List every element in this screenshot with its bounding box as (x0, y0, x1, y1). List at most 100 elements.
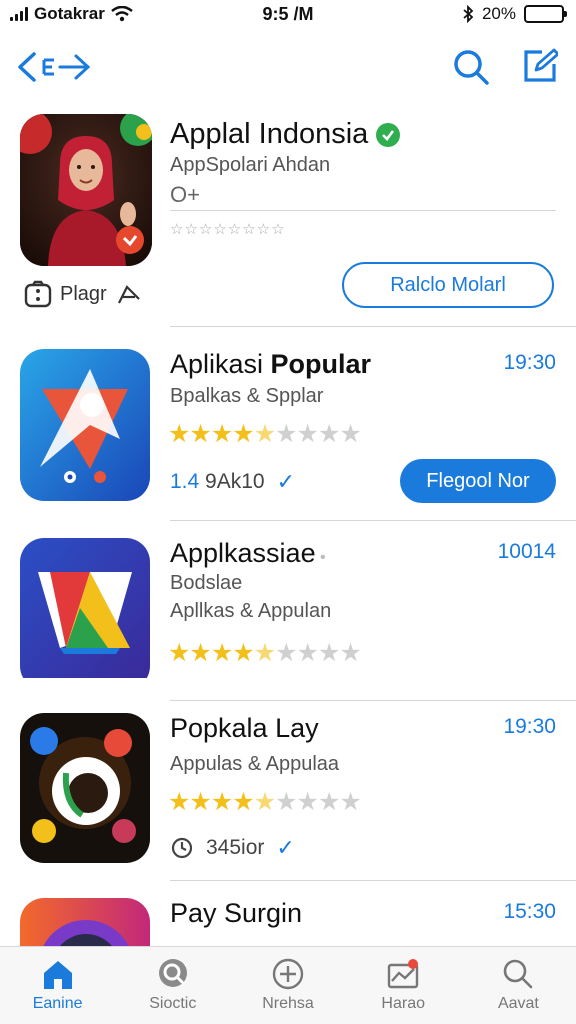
app-subtitle: Appulas & Appulaa (170, 753, 340, 775)
tab-label: Nrehsa (262, 995, 314, 1012)
featured-divider (170, 210, 556, 211)
featured-action-button[interactable]: Ralclo Molarl (342, 262, 554, 308)
app-count: 345ior ✓ (170, 835, 295, 861)
app-play-icon[interactable] (20, 713, 150, 863)
status-right: 20% (462, 4, 567, 24)
search-button[interactable] (452, 48, 490, 91)
tab-search[interactable]: Aavat (461, 947, 576, 1024)
back-button[interactable] (14, 50, 94, 84)
rating-stars: ★★★★★★★★★ (168, 787, 362, 817)
star-icon: ★ (296, 639, 319, 667)
app-title-bold: Popular (270, 349, 372, 379)
star-icon: ★ (339, 788, 361, 816)
star-icon: ★ (275, 788, 297, 816)
star-icon: ★ (189, 788, 211, 816)
app-pay-icon[interactable] (20, 898, 150, 946)
app-subtitle: Bpalkas & Spplar (170, 385, 324, 407)
star-icon: ★ (232, 639, 254, 667)
row-divider (170, 520, 576, 521)
featured-title: Applal Indonsia (170, 118, 401, 151)
search-icon (454, 50, 489, 85)
app-triangle-icon[interactable] (20, 538, 150, 690)
star-icon: ★ (189, 420, 211, 448)
star-icon: ★ (168, 788, 190, 816)
tab-label: Harao (381, 995, 425, 1012)
share-icon (117, 285, 140, 304)
compose-icon (524, 48, 560, 82)
app-subtitle-2: Apllkas & Appulan (170, 600, 332, 622)
star-icon: ★ (232, 788, 254, 816)
app-title: Applkassiae • (170, 538, 326, 568)
star-icon: ★ (275, 420, 297, 448)
count-rest: 345ior (206, 836, 265, 859)
tab-home[interactable]: Eanine (0, 947, 115, 1024)
star-icon: ★ (317, 420, 340, 448)
featured-subtitle: AppSpolari Ahdan (170, 154, 331, 176)
clock-icon (171, 837, 193, 859)
tab-chart[interactable]: Harao (346, 947, 461, 1024)
tab-search-bubble[interactable]: Sioctic (115, 947, 230, 1024)
featured-app-icon[interactable] (20, 114, 152, 266)
row-divider (170, 700, 576, 701)
get-button[interactable]: Flegool Nor (400, 459, 556, 503)
back-arrow-icon (18, 52, 91, 82)
player-label: Plagr (60, 282, 107, 305)
compose-button[interactable] (522, 48, 560, 89)
star-icon: ★ (232, 420, 254, 448)
player-icon (24, 280, 52, 308)
app-title-prefix: Applkassiae (170, 538, 316, 568)
app-title-prefix: Aplikasi (170, 349, 271, 379)
star-icon: ★ (210, 639, 233, 667)
row-divider (170, 880, 576, 881)
star-icon: ★ (339, 420, 361, 448)
search-bubble-icon (158, 959, 187, 987)
app-pay-art (20, 898, 150, 946)
tab-label: Sioctic (149, 995, 197, 1012)
tab-bar: Eanine Sioctic Nrehsa Harao Aavat (0, 946, 576, 1024)
featured-avatar-illustration (20, 114, 152, 266)
star-icon: ★ (317, 639, 340, 667)
star-icon: ★ (317, 788, 340, 816)
rating-stars: ★★★★★★★★★ (168, 419, 362, 449)
app-meta: 10014 (497, 540, 556, 563)
star-icon: ★ (168, 420, 190, 448)
app-meta: 19:30 (503, 715, 556, 738)
tab-label: Aavat (497, 995, 539, 1012)
player-link[interactable]: Plagr (24, 280, 141, 308)
app-popular-art (20, 349, 150, 501)
list-item[interactable]: Popkala Lay 19:30 Appulas & Appulaa ★★★★… (0, 713, 576, 883)
featured-extra: O+ (170, 182, 200, 207)
nav-bar (0, 40, 576, 100)
app-popular-icon[interactable] (20, 349, 150, 501)
battery-icon (524, 5, 567, 23)
section-divider (170, 326, 576, 327)
count-value: 1.4 (170, 470, 200, 493)
list-item[interactable]: Pay Surgin 15:30 (0, 898, 576, 946)
verified-icon (376, 122, 401, 147)
app-meta: 19:30 (503, 351, 556, 374)
star-icon: ★ (275, 639, 297, 667)
list-item[interactable]: Aplikasi Popular 19:30 Bpalkas & Spplar … (0, 349, 576, 519)
star-icon: ★ (253, 420, 276, 448)
app-title: Aplikasi Popular (170, 349, 371, 380)
app-count: 1.4 9Ak10 ✓ (170, 469, 295, 495)
list-item[interactable]: Applkassiae • 10014 Bodslae Apllkas & Ap… (0, 538, 576, 708)
battery-percent: 20% (481, 4, 516, 23)
star-icon: ★ (189, 639, 211, 667)
star-icon: ★ (339, 639, 361, 667)
status-bar: Gotakrar 9:5 /M 20% (0, 0, 576, 30)
featured-rating: ☆☆☆☆☆☆☆☆ (170, 221, 286, 238)
chart-badge-icon (388, 959, 419, 989)
search-icon (504, 959, 533, 989)
check-icon: ✓ (276, 469, 296, 494)
featured-app[interactable]: Applal Indonsia AppSpolari Ahdan O+ ☆☆☆☆… (0, 112, 576, 330)
tab-add[interactable]: Nrehsa (230, 947, 345, 1024)
star-icon: ★ (296, 420, 319, 448)
rating-stars: ★★★★★★★★★ (168, 638, 362, 668)
star-icon: ★ (253, 788, 276, 816)
star-icon: ★ (168, 639, 190, 667)
check-icon: ✓ (276, 835, 295, 860)
plus-circle-icon (272, 958, 304, 990)
app-triangle-art (20, 538, 150, 678)
star-icon: ★ (210, 788, 233, 816)
